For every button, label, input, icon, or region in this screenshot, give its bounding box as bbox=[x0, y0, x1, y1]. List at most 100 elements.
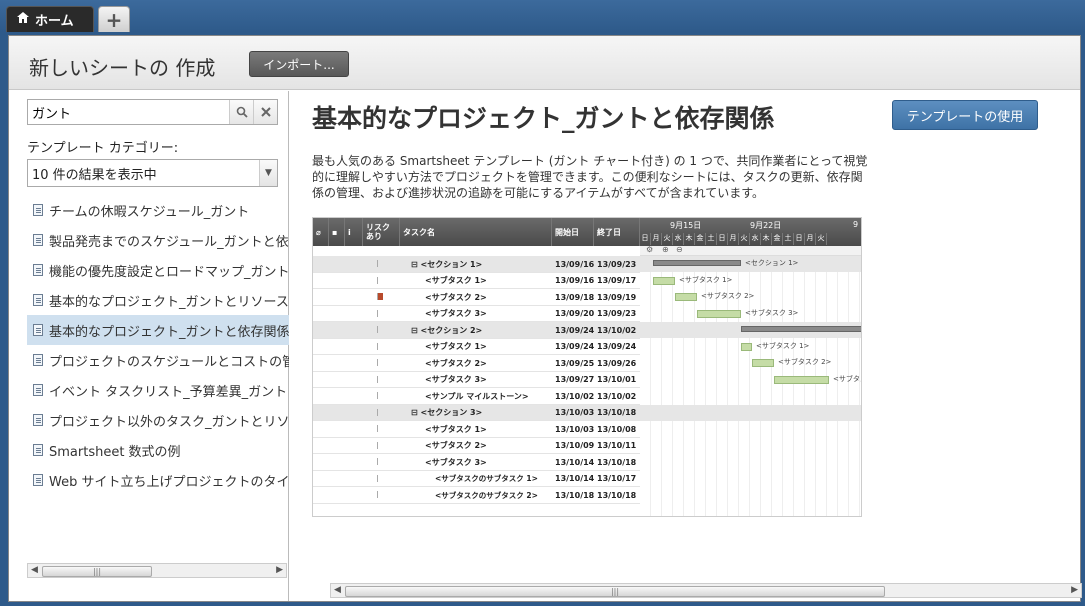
template-item-selected[interactable]: 基本的なプロジェクト_ガントと依存関係 bbox=[27, 315, 289, 345]
template-item[interactable]: プロジェクト以外のタスク_ガントとリソース bbox=[27, 405, 289, 435]
risk-flag-icon[interactable] bbox=[377, 474, 383, 482]
list-horizontal-scrollbar[interactable]: ◀ ||| ▶ bbox=[27, 563, 287, 578]
task-row[interactable]: <サブタスク 2> 13/10/09 13/10/11 bbox=[313, 438, 640, 454]
tab-home[interactable]: ホーム bbox=[6, 6, 94, 32]
task-row[interactable]: <サブタスク 2> 13/09/25 13/09/26 bbox=[313, 355, 640, 372]
gantt-bar[interactable] bbox=[741, 342, 752, 351]
attachment-icon: ⌀ bbox=[313, 218, 329, 246]
day-label: 水 bbox=[750, 233, 761, 245]
task-name: <サブタスク 1> bbox=[425, 276, 487, 285]
day-labels: 日月火水木金土日月火水木金土日月火 bbox=[640, 233, 827, 245]
task-row[interactable]: <サブタスク 3> 13/09/27 13/10/01 bbox=[313, 372, 640, 388]
risk-flag-icon[interactable] bbox=[377, 359, 383, 366]
risk-flag-icon[interactable] bbox=[377, 276, 383, 284]
gantt-bar-label: <サブタスク 2> bbox=[701, 292, 755, 300]
day-label: 土 bbox=[706, 233, 717, 245]
risk-flag-icon[interactable] bbox=[377, 458, 383, 465]
task-row[interactable]: <サブタスクのサブタスク 1> 13/10/14 13/10/17 bbox=[313, 471, 640, 487]
scroll-left-icon[interactable]: ◀ bbox=[31, 565, 38, 575]
gantt-bar[interactable] bbox=[653, 260, 741, 266]
task-row[interactable]: <サブタスク 3> 13/09/20 13/09/23 bbox=[313, 306, 640, 322]
task-row[interactable]: <サブタスク 2> 13/09/18 13/09/19 bbox=[313, 289, 640, 306]
template-item[interactable]: イベント タスクリスト_予算差異_ガント bbox=[27, 375, 289, 405]
zoom-out-icon: ⊖ bbox=[676, 245, 683, 254]
task-row[interactable]: <サブタスク 1> 13/09/16 13/09/17 bbox=[313, 273, 640, 289]
end-date: 13/10/02 bbox=[597, 325, 637, 335]
day-label: 木 bbox=[684, 233, 695, 245]
use-template-button[interactable]: テンプレートの使用 bbox=[892, 100, 1038, 130]
info-icon: i bbox=[345, 218, 363, 246]
day-label: 金 bbox=[772, 233, 783, 245]
search-icon[interactable] bbox=[229, 100, 253, 124]
gantt-bar[interactable] bbox=[741, 326, 861, 332]
template-item[interactable]: チームの休暇スケジュール_ガント bbox=[27, 195, 289, 225]
start-date: 13/09/27 bbox=[555, 375, 595, 384]
comment-icon: ▪ bbox=[329, 218, 345, 246]
template-item[interactable]: Smartsheet 数式の例 bbox=[27, 435, 289, 465]
import-button[interactable]: インポート... bbox=[249, 51, 349, 77]
risk-flag-icon[interactable] bbox=[377, 392, 383, 399]
day-label: 日 bbox=[794, 233, 805, 245]
gantt-bar[interactable] bbox=[697, 309, 741, 318]
template-item[interactable]: Web サイト立ち上げプロジェクトのタイムライン bbox=[27, 465, 289, 495]
template-item[interactable]: 製品発売までのスケジュール_ガントと依存関係 bbox=[27, 225, 289, 255]
template-item[interactable]: 基本的なプロジェクト_ガントとリソース管理 bbox=[27, 285, 289, 315]
gantt-bar[interactable] bbox=[774, 375, 829, 384]
risk-flag-icon[interactable] bbox=[377, 408, 383, 416]
scroll-right-icon[interactable]: ▶ bbox=[276, 565, 283, 575]
col-start: 開始日 bbox=[552, 218, 594, 246]
end-date: 13/10/18 bbox=[597, 457, 637, 467]
gantt-bar[interactable] bbox=[752, 359, 774, 367]
timeline-header: 9月15日 9月22日 9 日月火水木金土日月火水木金土日月火 bbox=[640, 218, 861, 246]
risk-flag-icon[interactable] bbox=[377, 309, 383, 317]
gear-icon: ⚙ bbox=[646, 245, 654, 254]
document-icon bbox=[33, 414, 43, 426]
start-date: 13/10/03 bbox=[555, 408, 595, 417]
gantt-bar-label: <サブタスク 3> bbox=[745, 308, 799, 317]
risk-flag-icon[interactable] bbox=[377, 260, 383, 267]
section-band bbox=[640, 404, 861, 421]
day-label: 月 bbox=[805, 233, 816, 245]
start-date: 13/10/09 bbox=[555, 441, 595, 450]
end-date: 13/10/08 bbox=[597, 424, 637, 434]
end-date: 13/09/19 bbox=[597, 292, 637, 302]
template-item[interactable]: プロジェクトのスケジュールとコストの管理 bbox=[27, 345, 289, 375]
gantt-bar[interactable] bbox=[675, 293, 697, 301]
document-icon bbox=[33, 474, 43, 486]
search-input[interactable] bbox=[28, 100, 229, 124]
day-label: 月 bbox=[651, 233, 662, 245]
template-browser-panel: テンプレート カテゴリー: 10 件の結果を表示中 ▼ チームの休暇スケジュール… bbox=[9, 91, 289, 601]
start-date: 13/10/14 bbox=[555, 474, 595, 483]
task-row[interactable]: <サブタスク 3> 13/10/14 13/10/18 bbox=[313, 454, 640, 471]
section-row[interactable]: ⊟ <セクション 1> 13/09/16 13/09/23 bbox=[313, 256, 640, 273]
day-label: 土 bbox=[783, 233, 794, 245]
day-label: 金 bbox=[695, 233, 706, 245]
add-tab-button[interactable]: + bbox=[98, 6, 130, 32]
template-description: 最も人気のある Smartsheet テンプレート (ガント チャート付き) の… bbox=[312, 154, 868, 200]
scrollbar-thumb[interactable]: ||| bbox=[42, 566, 152, 577]
document-icon bbox=[33, 294, 43, 306]
document-icon bbox=[33, 444, 43, 456]
template-item[interactable]: 機能の優先度設定とロードマップ_ガント bbox=[27, 255, 289, 285]
section-row[interactable]: ⊟ <セクション 3> 13/10/03 13/10/18 bbox=[313, 404, 640, 421]
start-date: 13/09/25 bbox=[555, 358, 595, 368]
risk-flag-icon[interactable] bbox=[377, 491, 383, 498]
end-date: 13/10/02 bbox=[597, 391, 637, 401]
clear-icon[interactable] bbox=[253, 100, 277, 124]
start-date: 13/09/16 bbox=[555, 276, 595, 285]
risk-flag-icon[interactable] bbox=[377, 342, 383, 350]
task-row[interactable]: <サンプル マイルストーン> 13/10/02 13/10/02 bbox=[313, 388, 640, 405]
task-row[interactable]: <サブタスクのサブタスク 2> 13/10/18 13/10/18 bbox=[313, 487, 640, 504]
risk-flag-icon[interactable] bbox=[377, 425, 383, 432]
section-row[interactable]: ⊟ <セクション 2> 13/09/24 13/10/02 bbox=[313, 322, 640, 339]
start-date: 13/10/02 bbox=[555, 391, 595, 401]
day-label: 火 bbox=[662, 233, 673, 245]
risk-flag-icon[interactable] bbox=[377, 326, 383, 333]
risk-flag-red-icon[interactable] bbox=[377, 293, 383, 300]
risk-flag-icon[interactable] bbox=[377, 441, 383, 449]
risk-flag-icon[interactable] bbox=[377, 375, 383, 383]
gantt-bar[interactable] bbox=[653, 276, 675, 285]
category-select[interactable]: 10 件の結果を表示中 ▼ bbox=[27, 159, 278, 187]
task-row[interactable]: <サブタスク 1> 13/09/24 13/09/24 bbox=[313, 339, 640, 355]
task-row[interactable]: <サブタスク 1> 13/10/03 13/10/08 bbox=[313, 421, 640, 438]
